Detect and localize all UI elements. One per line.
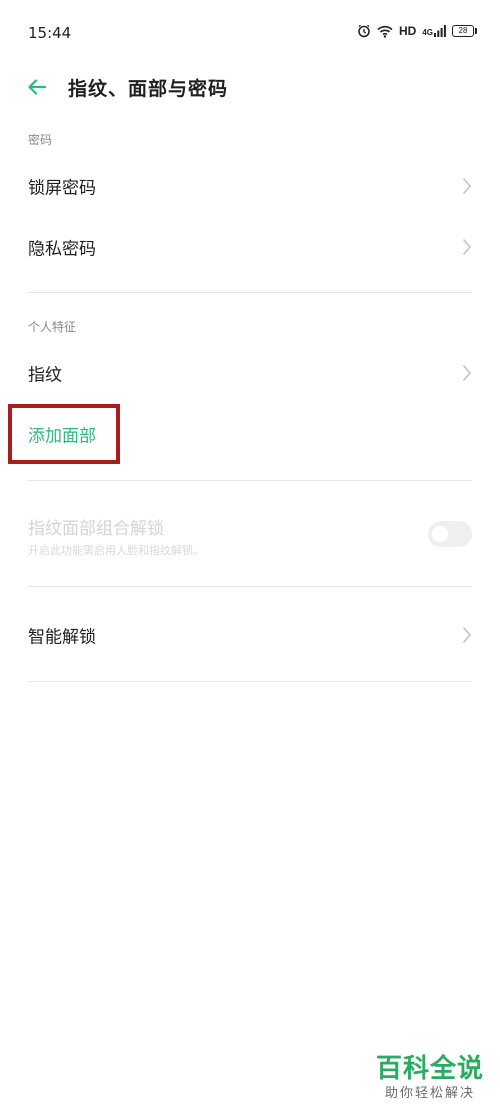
signal-label: 4G	[422, 28, 433, 37]
divider	[28, 480, 472, 481]
row-label: 智能解锁	[28, 627, 96, 648]
chevron-right-icon	[463, 178, 471, 194]
watermark-logo: 百科全说 助你轻松解决	[376, 1053, 484, 1103]
wifi-icon	[377, 25, 393, 38]
row-lock-screen-password[interactable]: 锁屏密码	[0, 156, 500, 216]
status-icons: HD 4G 28	[357, 24, 477, 38]
status-time: 15:44	[28, 24, 72, 42]
chevron-right-icon	[463, 627, 471, 643]
battery-icon: 28	[452, 25, 477, 37]
section-header-personal: 个人特征	[28, 320, 77, 334]
combo-unlock-toggle[interactable]	[428, 521, 472, 547]
highlight-box	[8, 404, 120, 464]
row-label: 指纹	[28, 365, 62, 386]
combo-unlock-subtitle: 开启此功能需启用人脸和指纹解锁。	[28, 544, 204, 557]
page-title: 指纹、面部与密码	[68, 78, 229, 100]
chevron-right-icon	[463, 239, 471, 255]
divider	[28, 586, 472, 587]
watermark-main-text: 百科全说	[375, 1054, 484, 1084]
network-type-label: HD	[398, 24, 417, 38]
row-smart-unlock[interactable]: 智能解锁	[0, 605, 500, 665]
divider	[28, 292, 472, 293]
divider	[28, 681, 472, 682]
back-arrow-icon[interactable]	[24, 74, 50, 100]
signal-icon: 4G	[422, 25, 446, 37]
section-header-password: 密码	[28, 133, 53, 147]
row-label: 隐私密码	[28, 239, 96, 260]
row-privacy-password[interactable]: 隐私密码	[0, 217, 500, 277]
chevron-right-icon	[463, 365, 471, 381]
toggle-knob	[432, 526, 448, 542]
app-bar: 指纹、面部与密码	[0, 66, 500, 108]
row-combo-unlock: 指纹面部组合解锁 开启此功能需启用人脸和指纹解锁。	[0, 500, 500, 572]
alarm-icon	[358, 24, 370, 38]
row-fingerprint[interactable]: 指纹	[0, 343, 500, 403]
status-bar: 15:44 HD 4G 28	[0, 0, 500, 66]
row-label: 锁屏密码	[28, 178, 96, 199]
combo-unlock-title: 指纹面部组合解锁	[28, 519, 164, 539]
watermark-sub-text: 助你轻松解决	[384, 1086, 475, 1101]
